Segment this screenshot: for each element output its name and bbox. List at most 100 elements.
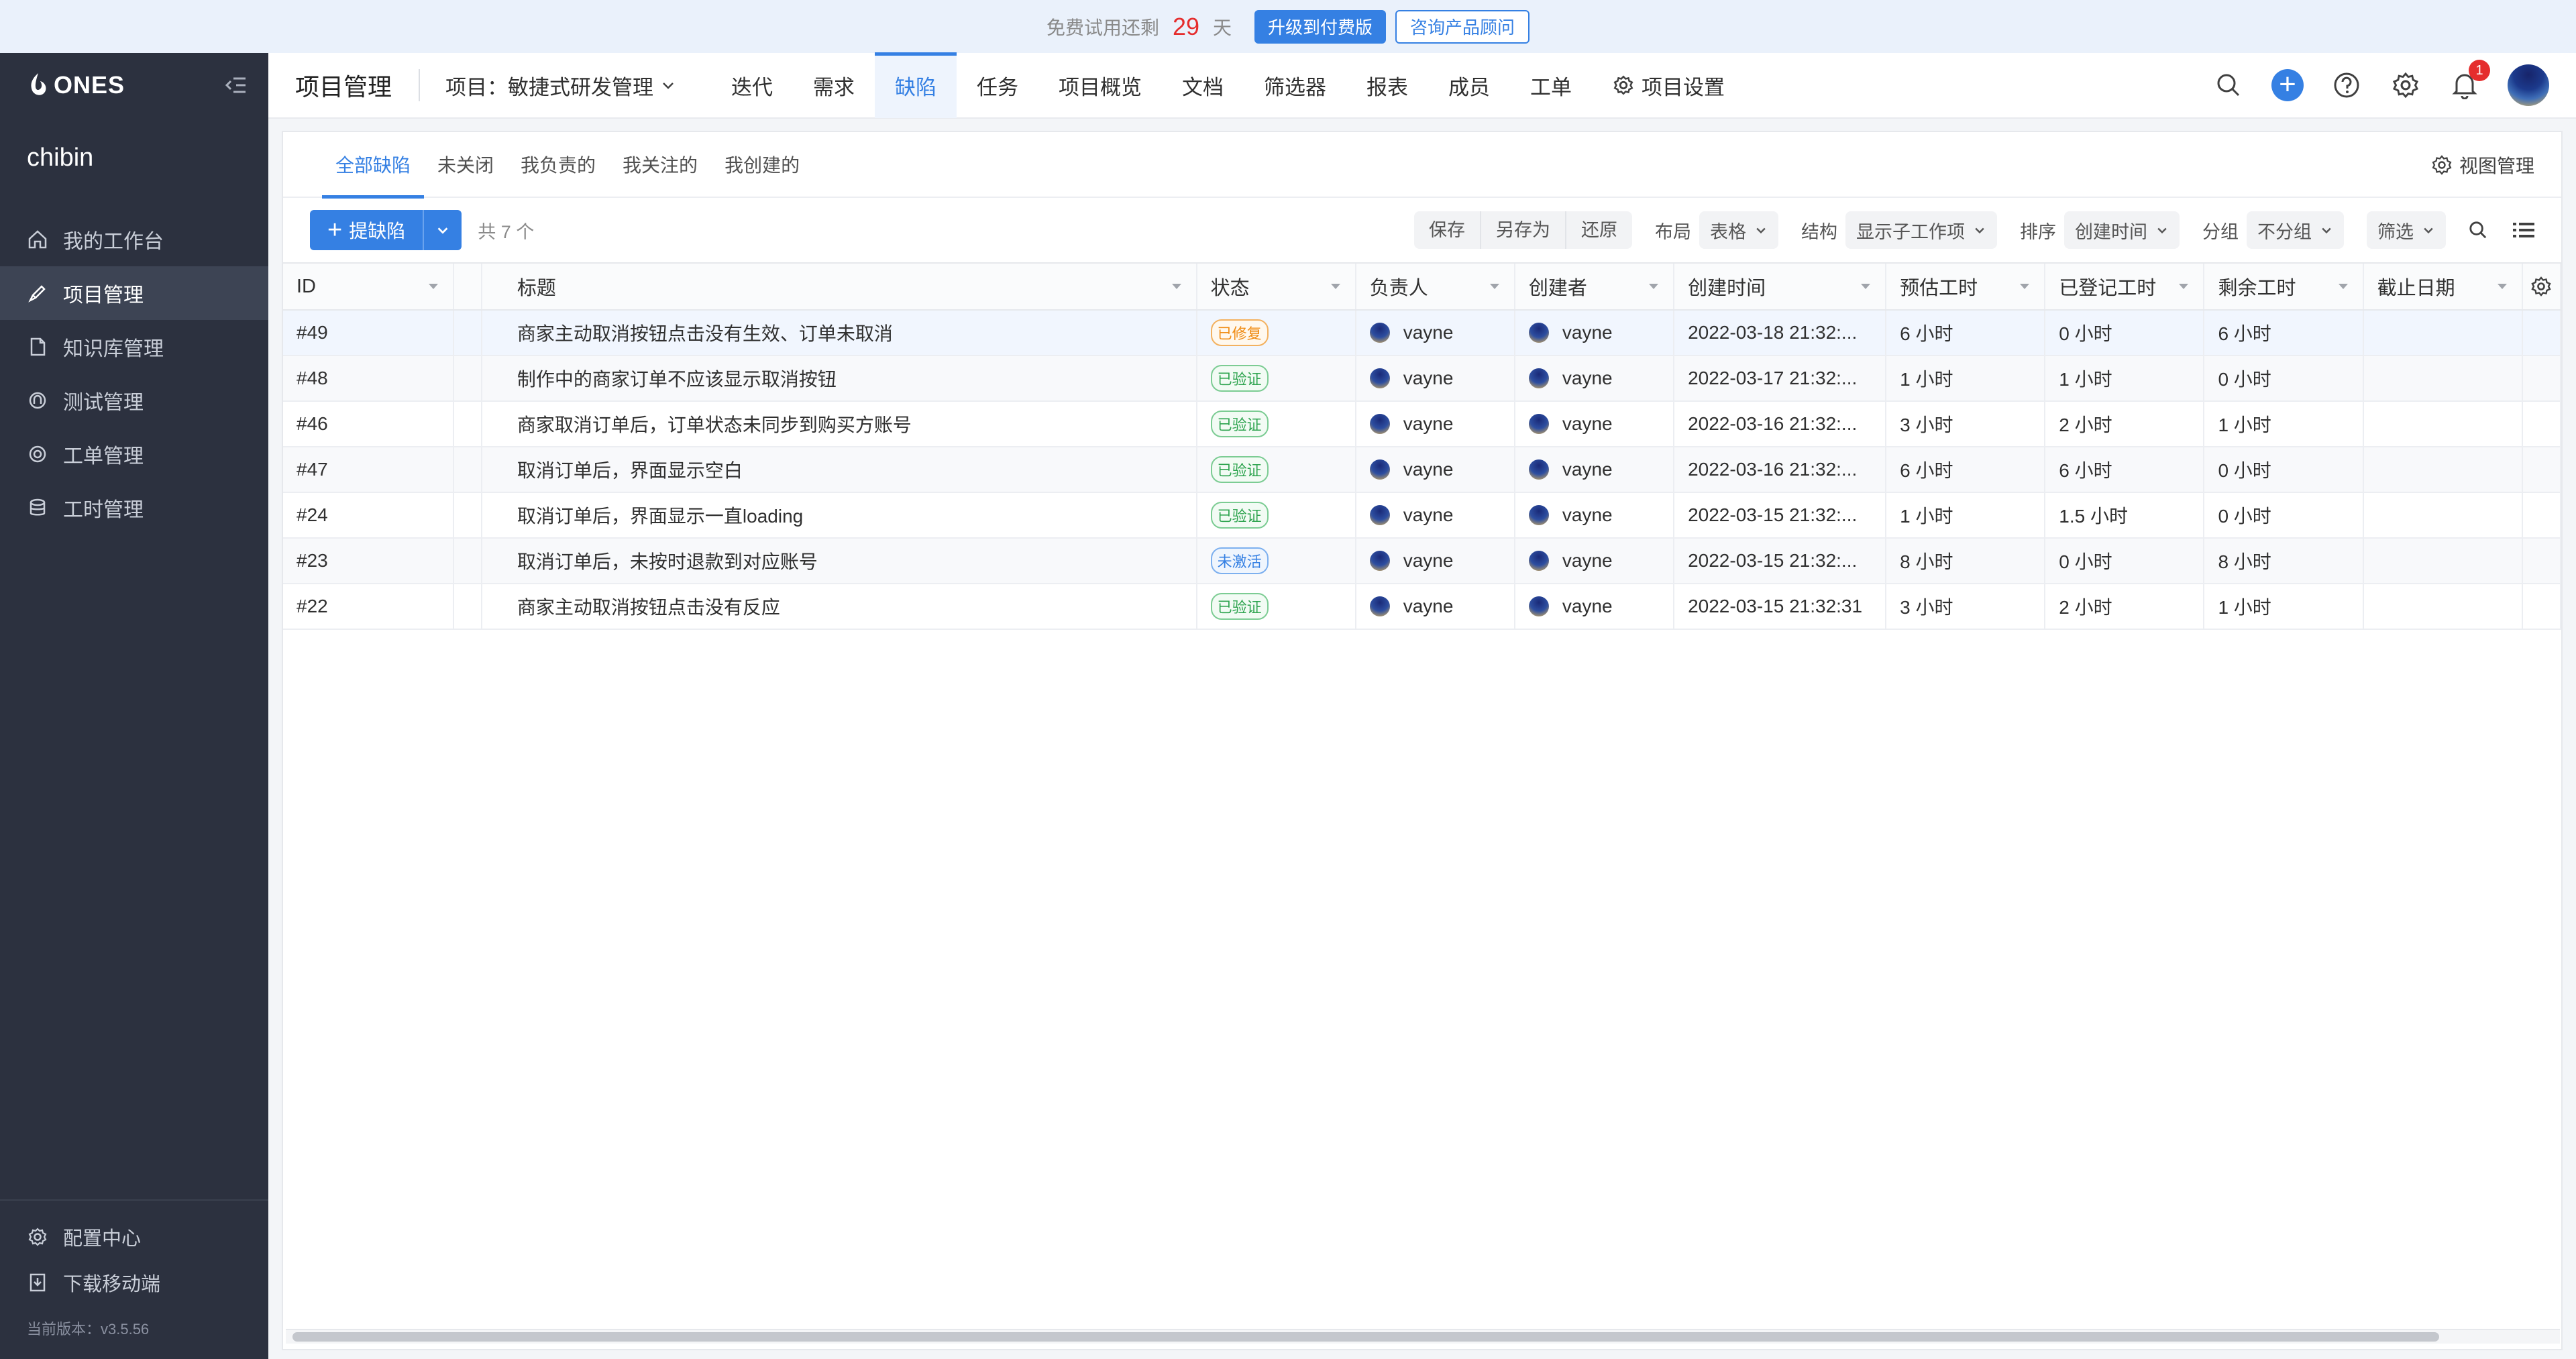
group-select[interactable]: 不分组 [2247,211,2344,249]
column-creator[interactable]: 创建者 [1515,264,1675,309]
status-badge[interactable]: 已验证 [1210,365,1269,392]
column-id[interactable]: ID [283,264,454,309]
tab-filters[interactable]: 筛选器 [1244,52,1346,118]
column-title[interactable]: 标题 [482,264,1197,309]
column-estimate[interactable]: 预估工时 [1886,264,2046,309]
status-badge[interactable]: 未激活 [1210,547,1269,574]
caret-down-icon [2020,284,2030,289]
row-remaining: 0 小时 [2204,356,2364,400]
row-title[interactable]: 取消订单后，界面显示空白 [482,447,1197,492]
status-badge[interactable]: 已验证 [1210,593,1269,620]
horizontal-scrollbar[interactable] [286,1329,2560,1344]
column-label: 创建者 [1528,278,1587,299]
tab-requirement[interactable]: 需求 [793,52,875,118]
sidebar-item-workbench[interactable]: 我的工作台 [0,213,268,266]
column-remaining[interactable]: 剩余工时 [2204,264,2364,309]
tab-overview[interactable]: 项目概览 [1038,52,1162,118]
row-owner: vayne [1356,493,1515,537]
list-icon [2513,223,2534,237]
column-status[interactable]: 状态 [1197,264,1356,309]
row-estimate: 3 小时 [1886,402,2046,446]
sort-select[interactable]: 创建时间 [2064,211,2180,249]
view-tab-assigned[interactable]: 我负责的 [507,131,609,197]
row-title[interactable]: 制作中的商家订单不应该显示取消按钮 [482,356,1197,400]
sidebar-item-label: 工单管理 [63,445,144,468]
table-row[interactable]: #46 商家取消订单后，订单状态未同步到购买方账号 已验证 vayne vayne 202… [283,402,2561,447]
search-button[interactable] [2212,69,2245,101]
table-row[interactable]: #48 制作中的商家订单不应该显示取消按钮 已验证 vayne vayne 2022-03… [283,356,2561,402]
row-recorded: 0 小时 [2045,311,2205,355]
tab-defect[interactable]: 缺陷 [875,52,957,118]
column-settings-button[interactable] [2523,264,2561,309]
status-badge[interactable]: 已验证 [1210,411,1269,437]
scrollbar-thumb[interactable] [292,1332,2439,1342]
tab-iteration[interactable]: 迭代 [711,52,793,118]
view-tab-all[interactable]: 全部缺陷 [322,131,425,199]
tab-members[interactable]: 成员 [1428,52,1510,118]
table-row[interactable]: #23 取消订单后，未按时退款到对应账号 未激活 vayne vayne 2022-03-… [283,539,2561,584]
row-due-date [2364,311,2523,355]
row-title[interactable]: 商家主动取消按钮点击没有生效、订单未取消 [482,311,1197,355]
sidebar-item-project[interactable]: 项目管理 [0,266,268,320]
row-id: #46 [283,402,454,446]
restore-button[interactable]: 还原 [1566,211,1632,249]
row-remaining: 0 小时 [2204,447,2364,492]
collapse-sidebar-icon[interactable] [223,72,250,99]
help-button[interactable] [2330,69,2363,101]
create-button[interactable]: + [2271,69,2304,101]
column-recorded[interactable]: 已登记工时 [2045,264,2205,309]
status-badge[interactable]: 已验证 [1210,502,1269,529]
tab-reports[interactable]: 报表 [1346,52,1428,118]
project-selector[interactable]: 项目：敏捷式研发管理 [420,70,676,101]
sidebar-item-wiki[interactable]: 知识库管理 [0,320,268,374]
row-title[interactable]: 取消订单后，界面显示一直loading [482,493,1197,537]
structure-select[interactable]: 显示子工作项 [1845,211,1997,249]
row-title[interactable]: 取消订单后，未按时退款到对应账号 [482,539,1197,583]
column-label: 剩余工时 [2218,278,2296,299]
sidebar-item-config[interactable]: 配置中心 [0,1214,268,1260]
gear-icon [2392,72,2419,99]
creator-name: vayne [1562,459,1613,480]
tab-tickets[interactable]: 工单 [1510,52,1592,118]
sidebar-item-ticket[interactable]: 工单管理 [0,427,268,481]
settings-button[interactable] [2390,69,2422,101]
table-row[interactable]: #49 商家主动取消按钮点击没有生效、订单未取消 已修复 vayne vayne 2022… [283,311,2561,356]
notification-button[interactable]: 1 [2449,60,2490,101]
table-row[interactable]: #24 取消订单后，界面显示一直loading 已验证 vayne vayne 2022-… [283,493,2561,539]
row-title[interactable]: 商家主动取消按钮点击没有反应 [482,584,1197,629]
status-badge[interactable]: 已验证 [1210,456,1269,483]
sidebar-item-timesheet[interactable]: 工时管理 [0,481,268,535]
upgrade-button[interactable]: 升级到付费版 [1254,9,1387,44]
sidebar-item-test[interactable]: 测试管理 [0,374,268,427]
table-search-button[interactable] [2458,211,2498,249]
add-defect-dropdown[interactable] [423,210,462,250]
consult-button[interactable]: 咨询产品顾问 [1395,9,1530,44]
table-row[interactable]: #22 商家主动取消按钮点击没有反应 已验证 vayne vayne 2022-03-15… [283,584,2561,630]
save-as-button[interactable]: 另存为 [1481,211,1566,249]
view-tab-created[interactable]: 我创建的 [711,131,813,197]
row-due-date [2364,584,2523,629]
ones-logo[interactable]: ONES [27,71,125,99]
list-view-button[interactable] [2504,211,2544,249]
column-created-time[interactable]: 创建时间 [1674,264,1887,309]
filter-button[interactable]: 筛选 [2367,211,2446,249]
add-defect-button[interactable]: + 提缺陷 [310,210,423,250]
view-tab-open[interactable]: 未关闭 [424,131,507,197]
view-tab-followed[interactable]: 我关注的 [609,131,711,197]
column-owner[interactable]: 负责人 [1356,264,1515,309]
row-settings-spacer [2523,311,2561,355]
timesheet-icon [30,498,46,516]
column-due-date[interactable]: 截止日期 [2364,264,2523,309]
row-title[interactable]: 商家取消订单后，订单状态未同步到购买方账号 [482,402,1197,446]
sidebar-item-download[interactable]: 下载移动端 [0,1260,268,1305]
avatar[interactable] [2508,64,2549,106]
table-row[interactable]: #47 取消订单后，界面显示空白 已验证 vayne vayne 2022-03-16 2… [283,447,2561,493]
view-manage-button[interactable]: 视图管理 [2431,132,2534,198]
tab-docs[interactable]: 文档 [1162,52,1244,118]
tab-project-settings[interactable]: 项目设置 [1592,52,1745,118]
layout-select[interactable]: 表格 [1699,211,1778,249]
save-button[interactable]: 保存 [1414,211,1481,249]
row-id: #24 [283,493,454,537]
status-badge[interactable]: 已修复 [1210,319,1269,346]
tab-task[interactable]: 任务 [957,52,1038,118]
